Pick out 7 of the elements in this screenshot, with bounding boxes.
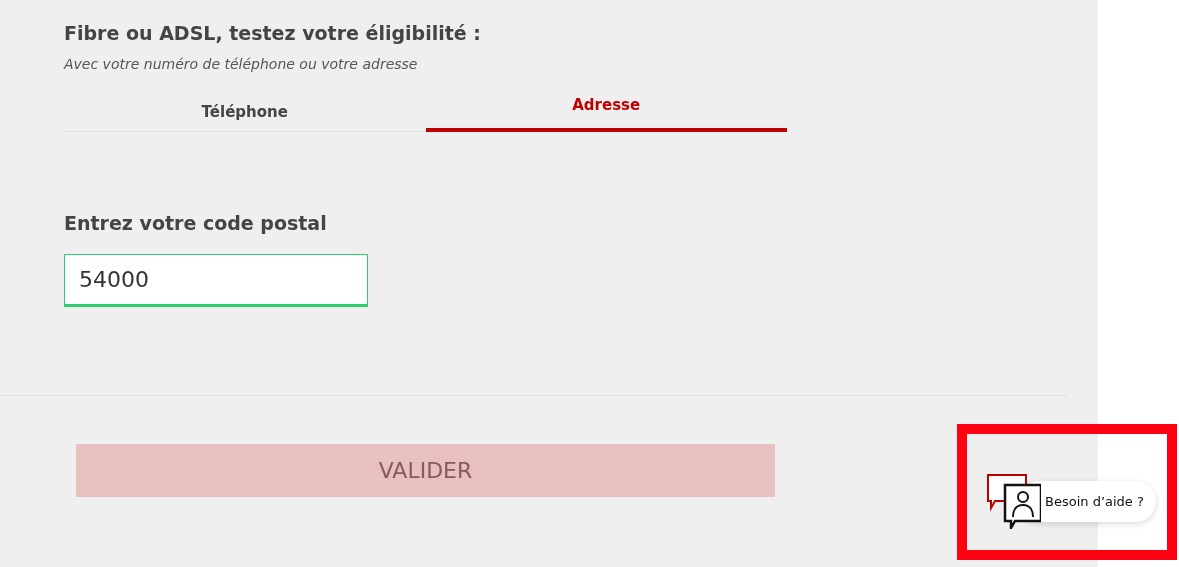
section-heading: Fibre ou ADSL, testez votre éligibilité : <box>64 22 482 44</box>
chat-support-icon <box>985 473 1041 529</box>
tab[interactable]: Adresse <box>425 92 787 132</box>
section-subheading: Avec votre numéro de téléphone ou votre adresse <box>64 56 419 72</box>
tab[interactable]: Téléphone <box>64 92 426 132</box>
field-label: Entrez votre code postal <box>64 212 328 234</box>
postal-code-field[interactable]: 54000 <box>64 254 368 307</box>
